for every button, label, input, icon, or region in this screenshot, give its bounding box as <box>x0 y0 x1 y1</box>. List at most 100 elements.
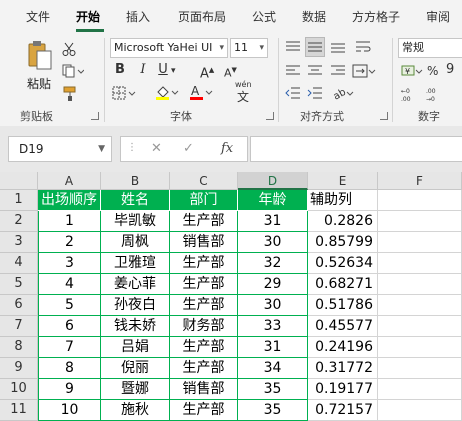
font-size-dropdown[interactable]: 11 ▾ <box>230 38 268 58</box>
empty-cell[interactable] <box>378 379 462 400</box>
table-cell[interactable]: 35 <box>238 379 308 400</box>
column-header-a[interactable]: A <box>38 172 101 190</box>
copy-icon[interactable] <box>62 64 84 78</box>
table-cell[interactable]: 0.52634 <box>308 253 378 274</box>
font-name-dropdown[interactable]: Microsoft YaHei UI ▾ <box>110 38 228 58</box>
row-header[interactable]: 8 <box>0 337 38 358</box>
orientation-icon[interactable]: ab <box>332 86 354 100</box>
table-cell[interactable]: 销售部 <box>170 232 238 253</box>
cancel-entry-button[interactable]: ✕ <box>151 141 162 156</box>
table-cell[interactable]: 29 <box>238 274 308 295</box>
row-header[interactable]: 6 <box>0 295 38 316</box>
table-cell[interactable]: 姜心菲 <box>101 274 170 295</box>
empty-cell[interactable] <box>378 337 462 358</box>
paste-button[interactable]: 粘贴 <box>20 40 60 92</box>
align-middle-button[interactable] <box>305 37 325 57</box>
increase-indent-icon[interactable] <box>307 86 323 100</box>
empty-cell[interactable] <box>378 232 462 253</box>
table-cell[interactable]: 33 <box>238 316 308 337</box>
empty-cell[interactable] <box>378 316 462 337</box>
table-header-cell[interactable]: 部门 <box>170 190 238 211</box>
grow-font-button[interactable]: A▲ <box>200 62 214 82</box>
font-dialog-launcher-icon[interactable] <box>266 112 274 120</box>
merge-center-icon[interactable] <box>352 64 376 78</box>
table-cell[interactable]: 7 <box>38 337 101 358</box>
font-color-icon[interactable]: A <box>189 84 213 100</box>
table-cell[interactable]: 1 <box>38 211 101 232</box>
cut-icon[interactable] <box>62 42 76 56</box>
wrap-text-icon[interactable] <box>355 40 371 54</box>
tab-formulas[interactable]: 公式 <box>252 0 276 34</box>
fill-color-icon[interactable] <box>155 84 179 100</box>
table-cell[interactable]: 0.45577 <box>308 316 378 337</box>
align-bottom-icon[interactable] <box>330 40 346 54</box>
table-cell[interactable]: 0.2826 <box>308 211 378 232</box>
tab-file[interactable]: 文件 <box>26 0 50 34</box>
table-cell[interactable]: 生产部 <box>170 253 238 274</box>
empty-cell[interactable] <box>378 274 462 295</box>
alignment-dialog-launcher-icon[interactable] <box>380 112 388 120</box>
empty-cell[interactable] <box>378 211 462 232</box>
number-format-dropdown[interactable]: 常规 <box>398 38 462 58</box>
table-cell[interactable]: 30 <box>238 295 308 316</box>
empty-cell[interactable] <box>378 358 462 379</box>
table-cell[interactable]: 生产部 <box>170 211 238 232</box>
row-header[interactable]: 4 <box>0 253 38 274</box>
table-cell[interactable]: 0.85799 <box>308 232 378 253</box>
column-header-d[interactable]: D <box>238 172 308 190</box>
empty-cell[interactable] <box>378 190 462 211</box>
row-header[interactable]: 7 <box>0 316 38 337</box>
row-header[interactable]: 3 <box>0 232 38 253</box>
table-cell[interactable]: 吕娟 <box>101 337 170 358</box>
clipboard-dialog-launcher-icon[interactable] <box>91 112 99 120</box>
confirm-entry-button[interactable]: ✓ <box>183 141 194 156</box>
table-cell[interactable]: 财务部 <box>170 316 238 337</box>
empty-cell[interactable] <box>378 253 462 274</box>
table-cell[interactable]: 毕凯敏 <box>101 211 170 232</box>
accounting-format-icon[interactable]: ¥ <box>401 64 423 78</box>
row-header[interactable]: 5 <box>0 274 38 295</box>
table-cell[interactable]: 周枫 <box>101 232 170 253</box>
table-cell[interactable]: 0.68271 <box>308 274 378 295</box>
tab-page-layout[interactable]: 页面布局 <box>178 0 226 34</box>
table-header-cell[interactable]: 年龄 <box>238 190 308 211</box>
table-cell[interactable]: 生产部 <box>170 274 238 295</box>
underline-button[interactable]: U <box>157 62 169 78</box>
table-cell[interactable]: 9 <box>38 379 101 400</box>
row-header[interactable]: 2 <box>0 211 38 232</box>
align-center-icon[interactable] <box>307 64 323 78</box>
increase-decimal-icon[interactable]: ←0.00 <box>400 86 418 102</box>
name-box[interactable]: D19 ▼ <box>8 136 112 162</box>
tab-data[interactable]: 数据 <box>302 0 326 34</box>
column-header-f[interactable]: F <box>378 172 462 190</box>
format-painter-icon[interactable] <box>62 86 78 102</box>
align-right-icon[interactable] <box>330 64 346 78</box>
table-cell[interactable]: 0.31772 <box>308 358 378 379</box>
align-left-icon[interactable] <box>285 64 301 78</box>
table-cell[interactable]: 31 <box>238 211 308 232</box>
phonetic-guide-button[interactable]: wén 文 <box>232 80 258 104</box>
table-cell[interactable]: 6 <box>38 316 101 337</box>
table-header-cell[interactable]: 辅助列 <box>308 190 378 211</box>
table-cell[interactable]: 暨娜 <box>101 379 170 400</box>
tab-fangfang[interactable]: 方方格子 <box>352 0 400 34</box>
table-cell[interactable]: 32 <box>238 253 308 274</box>
column-header-e[interactable]: E <box>308 172 378 190</box>
insert-function-button[interactable]: fx <box>221 141 233 156</box>
decrease-indent-icon[interactable] <box>285 86 301 100</box>
table-header-cell[interactable]: 出场顺序 <box>38 190 101 211</box>
table-cell[interactable]: 0.19177 <box>308 379 378 400</box>
table-cell[interactable]: 生产部 <box>170 358 238 379</box>
empty-cell[interactable] <box>378 295 462 316</box>
percent-style-button[interactable]: % <box>427 63 438 79</box>
table-cell[interactable]: 销售部 <box>170 379 238 400</box>
borders-icon[interactable] <box>112 86 136 100</box>
table-cell[interactable]: 30 <box>238 232 308 253</box>
formula-input[interactable] <box>250 136 462 162</box>
column-header-b[interactable]: B <box>101 172 170 190</box>
select-all-button[interactable] <box>0 172 38 190</box>
align-top-icon[interactable] <box>285 40 301 54</box>
table-cell[interactable]: 2 <box>38 232 101 253</box>
table-cell[interactable]: 倪丽 <box>101 358 170 379</box>
table-cell[interactable]: 3 <box>38 253 101 274</box>
